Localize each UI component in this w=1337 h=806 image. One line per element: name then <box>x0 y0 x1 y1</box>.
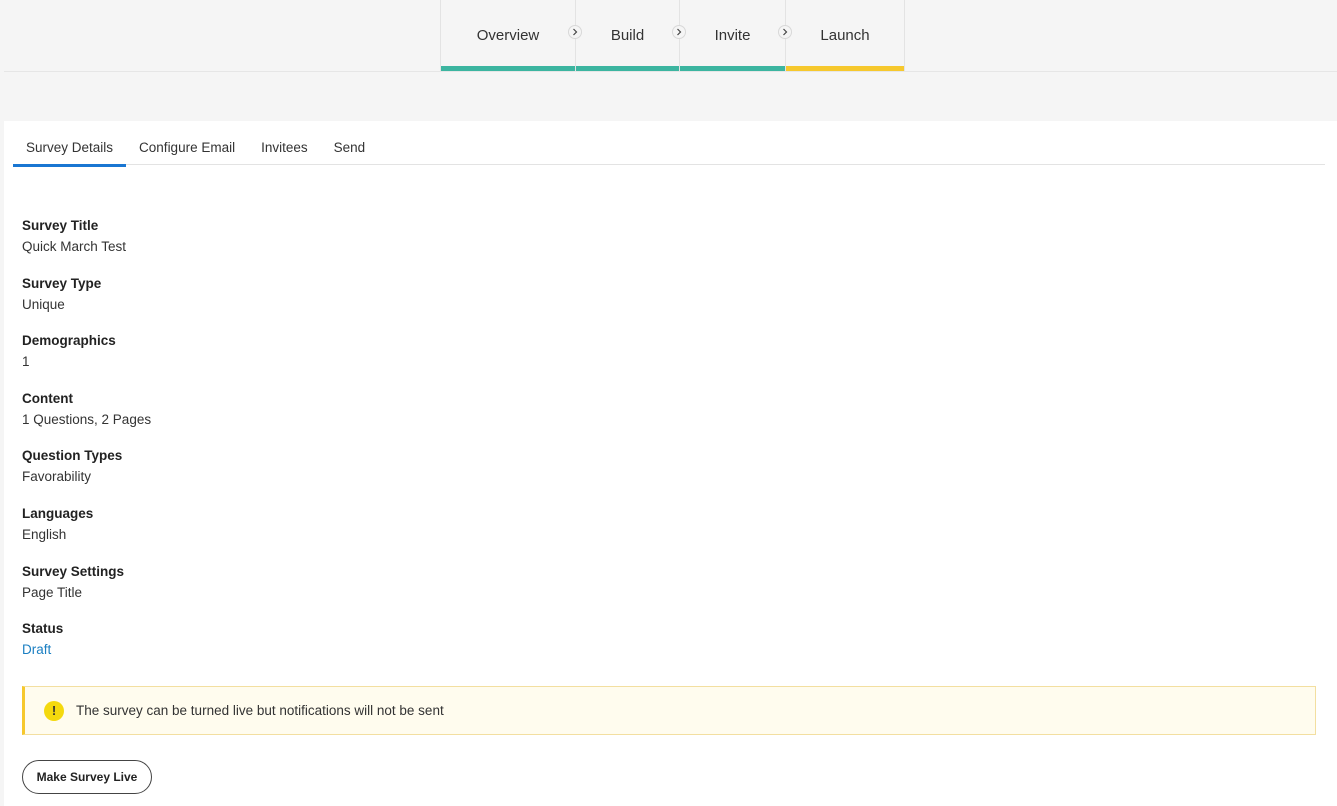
alert-message: The survey can be turned live but notifi… <box>76 703 444 718</box>
survey-panel: Survey Details Configure Email Invitees … <box>4 121 1337 806</box>
step-progress-bar <box>576 66 679 71</box>
step-launch[interactable]: Launch <box>785 0 905 71</box>
detail-question-types: Question Types Favorability <box>22 447 151 505</box>
survey-details: Survey Title Quick March Test Survey Typ… <box>22 217 151 678</box>
step-label: Overview <box>476 27 540 44</box>
chevron-right-icon <box>568 25 582 39</box>
step-progress-bar <box>441 66 575 71</box>
detail-languages: Languages English <box>22 505 151 563</box>
field-value: 1 <box>22 354 30 370</box>
detail-survey-title: Survey Title Quick March Test <box>22 217 151 275</box>
field-label: Survey Title <box>22 218 99 233</box>
field-label: Question Types <box>22 448 123 464</box>
chevron-right-icon <box>778 25 792 39</box>
field-label: Survey Type <box>22 275 102 291</box>
tab-invitees[interactable]: Invitees <box>248 121 321 165</box>
step-invite[interactable]: Invite <box>679 0 792 71</box>
field-label: Survey Settings <box>22 563 125 579</box>
field-value: 1 Questions, 2 Pages <box>22 411 152 427</box>
top-bar: Overview Build Invite Launch <box>4 0 1337 72</box>
status-value[interactable]: Draft <box>22 639 151 661</box>
chevron-right-icon <box>672 25 686 39</box>
detail-content: Content 1 Questions, 2 Pages <box>22 390 151 448</box>
detail-survey-type: Survey Type Unique <box>22 275 151 333</box>
step-label: Launch <box>820 27 870 44</box>
detail-survey-settings: Survey Settings Page Title <box>22 563 151 621</box>
field-label: Demographics <box>22 333 116 349</box>
field-value: Unique <box>22 296 65 312</box>
step-label: Invite <box>714 27 751 44</box>
field-label: Languages <box>22 505 94 521</box>
field-value: Favorability <box>22 469 92 485</box>
step-progress-bar <box>680 66 785 71</box>
field-value: English <box>22 526 67 542</box>
step-overview[interactable]: Overview <box>440 0 582 71</box>
field-value: Quick March Test <box>22 239 127 254</box>
step-label: Build <box>610 27 645 44</box>
field-label: Status <box>22 621 64 637</box>
tab-send[interactable]: Send <box>321 121 379 165</box>
progress-stepper: Overview Build Invite Launch <box>440 0 905 71</box>
field-value: Page Title <box>22 584 83 600</box>
tab-bar: Survey Details Configure Email Invitees … <box>13 121 1325 167</box>
tab-configure-email[interactable]: Configure Email <box>126 121 248 165</box>
detail-status: Status Draft <box>22 620 151 678</box>
step-progress-bar <box>786 66 904 71</box>
tab-survey-details[interactable]: Survey Details <box>13 121 127 167</box>
make-survey-live-button[interactable]: Make Survey Live <box>22 760 152 794</box>
warning-alert: ! The survey can be turned live but noti… <box>22 686 1316 735</box>
detail-demographics: Demographics 1 <box>22 332 151 390</box>
step-build[interactable]: Build <box>575 0 686 71</box>
warning-icon: ! <box>44 700 64 721</box>
field-label: Content <box>22 390 73 406</box>
